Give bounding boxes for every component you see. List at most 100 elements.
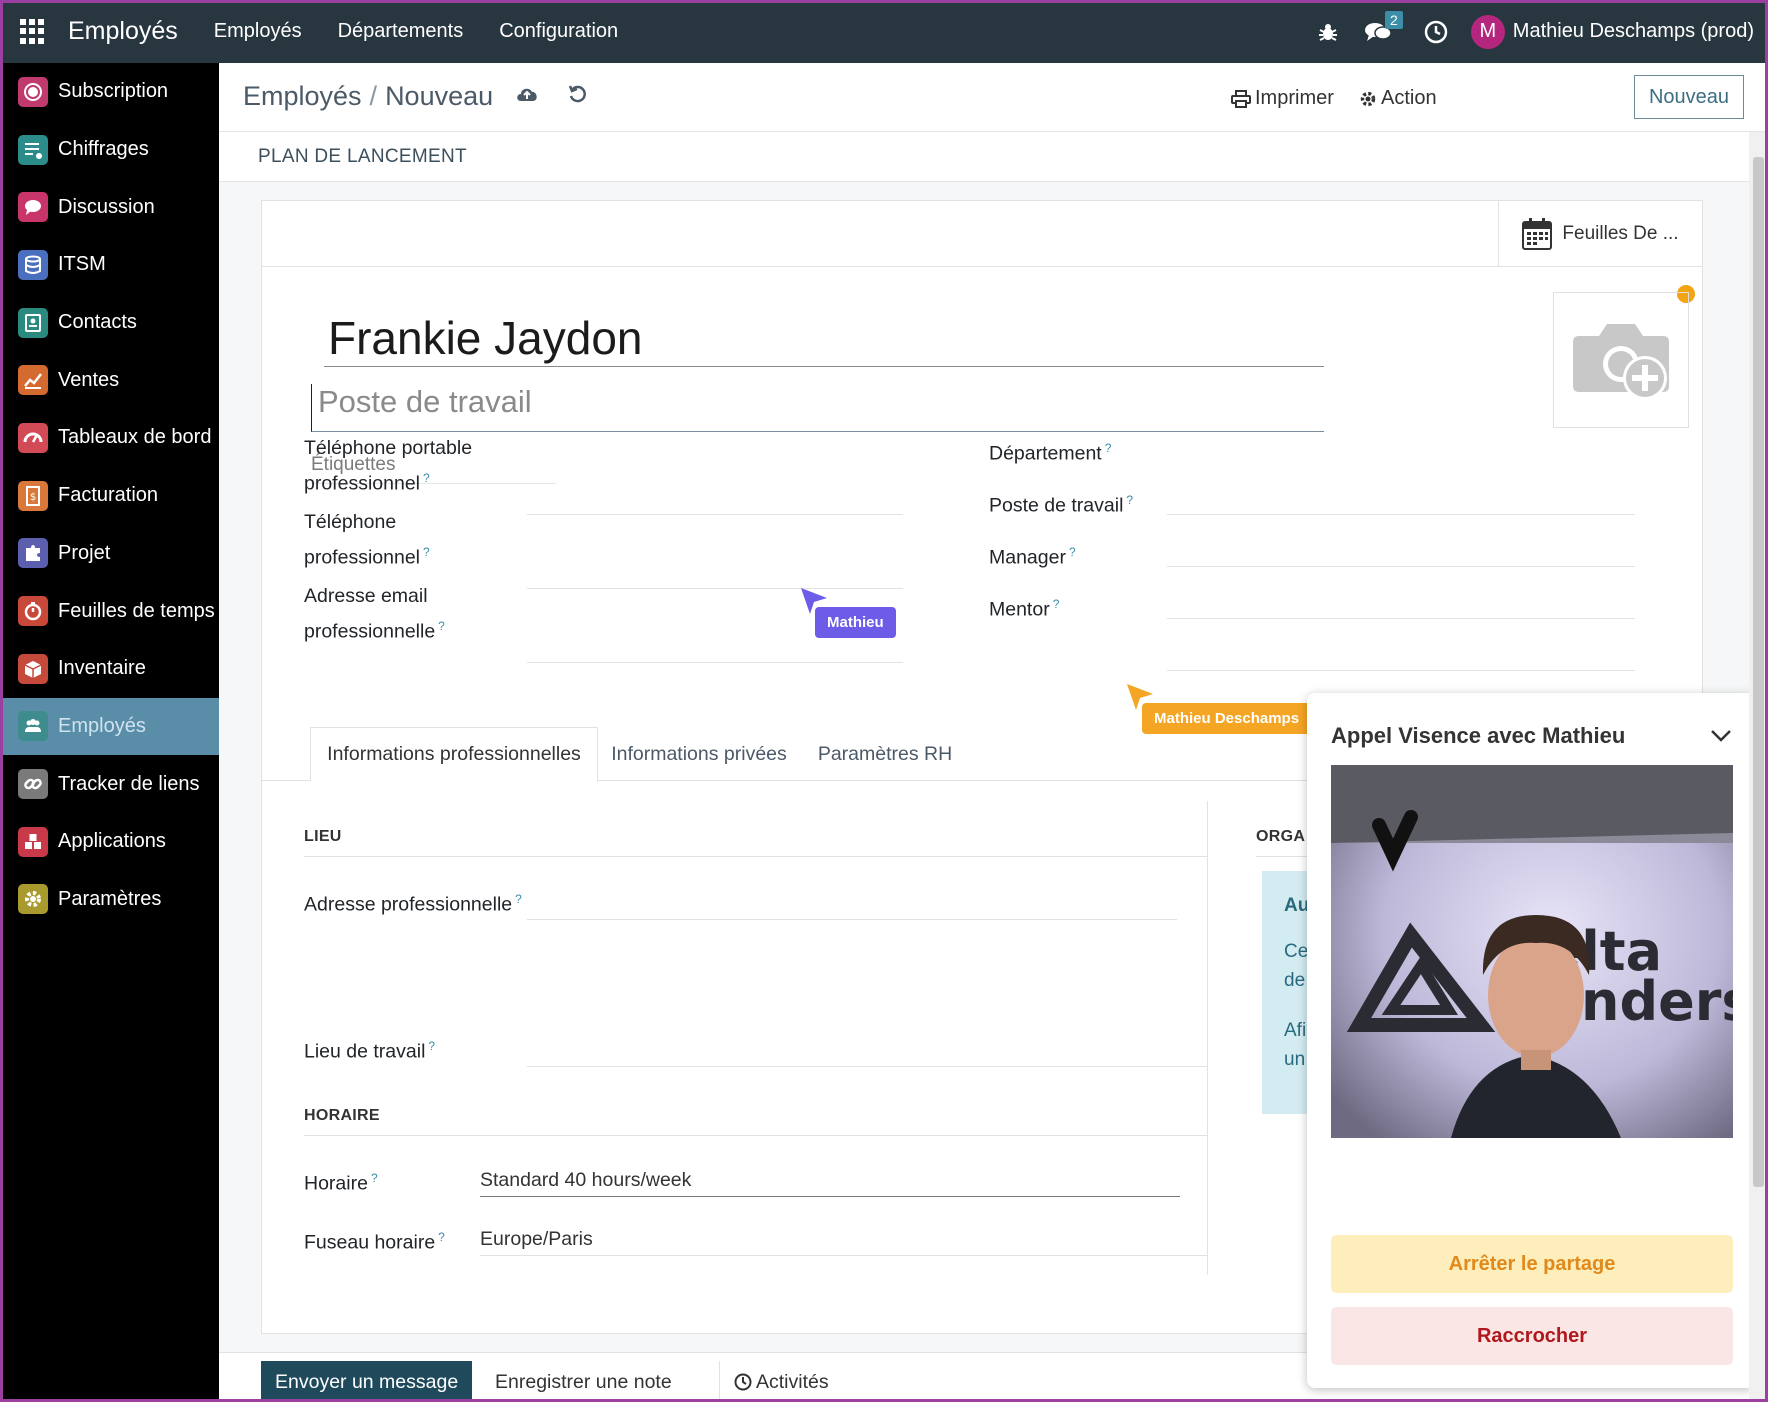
sidebar-item-link[interactable]: Tracker de liens [0,755,219,813]
sidebar-item-sales-chart[interactable]: Ventes [0,351,219,409]
employee-photo[interactable] [1553,292,1689,428]
help-icon[interactable]: ? [1053,597,1060,611]
work-email-input[interactable] [527,662,903,663]
box-icon [18,653,48,684]
job-position-input[interactable] [1167,566,1635,567]
print-button[interactable]: Imprimer [1231,87,1334,110]
chevron-down-icon[interactable] [1709,723,1733,747]
sidebar-item-chat[interactable]: Discussion [0,178,219,236]
calendar-icon [1522,218,1553,250]
activities-button[interactable]: Activités [719,1361,843,1402]
action-label: Action [1381,87,1437,109]
send-message-button[interactable]: Envoyer un message [261,1361,473,1402]
help-icon[interactable]: ? [1105,441,1112,455]
sidebar-item-label: Feuilles de temps [58,599,215,622]
help-icon[interactable]: ? [423,545,430,559]
help-icon[interactable]: ? [438,1230,445,1244]
app-grid-icon[interactable] [20,18,46,45]
action-button[interactable]: Action [1359,87,1437,110]
sidebar-item-puzzle[interactable]: Projet [0,525,219,583]
sidebar-item-label: Employés [58,714,146,737]
sidebar-item-invoice[interactable]: $ Facturation [0,467,219,525]
bug-icon[interactable] [1313,17,1343,47]
sidebar-item-label: Tableaux de bord [58,426,212,449]
job-position-label: Poste de travail? [989,493,1134,517]
section-location-separator [304,856,1207,857]
page-scrollbar[interactable] [1749,132,1768,1402]
database-icon [18,249,48,280]
sidebar-item-box[interactable]: Inventaire [0,640,219,698]
timesheets-smart-button[interactable]: Feuilles De ... [1498,201,1702,267]
timezone-input[interactable] [480,1255,1207,1256]
scrollbar-thumb[interactable] [1753,157,1764,1187]
sidebar-item-contact-card[interactable]: Contacts [0,294,219,352]
mentor-input[interactable] [1167,670,1635,671]
cloud-upload-icon[interactable] [515,83,539,110]
call-panel: Appel Visence avec Mathieu delta nders A… [1307,693,1755,1388]
chat-icon [18,192,48,223]
help-icon[interactable]: ? [371,1171,378,1185]
sidebar-item-people[interactable]: Employés [0,697,219,756]
mobile-phone-input[interactable] [527,514,903,515]
tab-hr-settings[interactable]: Paramètres RH [810,727,960,782]
sidebar-item-label: Discussion [58,195,155,218]
sidebar-item-label: Paramètres [58,887,162,910]
sidebar-item-stopwatch[interactable]: Feuilles de temps [0,582,219,640]
camera-plus-icon [1573,324,1669,400]
work-location-input[interactable] [527,1066,1207,1067]
print-label: Imprimer [1255,87,1334,109]
tab-private-information[interactable]: Informations privées [604,727,794,782]
work-address-label: Adresse professionnelle? [304,892,522,916]
help-icon[interactable]: ? [1069,545,1076,559]
sidebar-item-label: ITSM [58,253,106,276]
sidebar-item-label: Projet [58,541,111,564]
gear-icon [1360,91,1376,106]
schedule-input[interactable] [480,1196,1180,1197]
menu-employees[interactable]: Employés [214,20,302,43]
timezone-value[interactable]: Europe/Paris [480,1228,593,1251]
user-avatar[interactable]: M [1470,14,1505,49]
smart-button-box: Feuilles De ... [262,201,1702,267]
breadcrumb-parent[interactable]: Employés [243,81,362,111]
chat-bubbles-icon[interactable]: 2 [1363,10,1403,47]
hang-up-button[interactable]: Raccrocher [1331,1307,1733,1365]
schedule-value[interactable]: Standard 40 hours/week [480,1169,691,1192]
new-button[interactable]: Nouveau [1634,75,1744,119]
sidebar-item-dashboard-gauge[interactable]: Tableaux de bord [0,409,219,467]
menu-departments[interactable]: Départements [338,20,464,43]
help-icon[interactable]: ? [438,619,445,633]
sidebar-item-label: Chiffrages [58,138,149,161]
puzzle-icon [18,538,48,569]
help-icon[interactable]: ? [515,892,522,906]
menu-configuration[interactable]: Configuration [499,20,618,43]
log-note-button[interactable]: Enregistrer une note [481,1361,686,1402]
sidebar-item-subscription[interactable]: Subscription [0,63,219,121]
app-name[interactable]: Employés [68,17,178,46]
work-address-input[interactable] [527,919,1177,920]
help-icon[interactable]: ? [1126,493,1133,507]
sidebar-item-label: Applications [58,830,166,853]
user-name[interactable]: Mathieu Deschamps (prod) [1513,20,1754,43]
launch-plan-button[interactable]: PLAN DE LANCEMENT [258,146,467,168]
chat-badge: 2 [1384,10,1403,29]
section-schedule-separator [304,1135,1207,1136]
stop-sharing-button[interactable]: Arrêter le partage [1331,1235,1733,1293]
employee-name-input[interactable]: Frankie Jaydon [324,311,1324,367]
work-phone-label: Téléphone professionnel? [304,511,430,569]
job-title-input[interactable]: Poste de travail [311,384,1324,432]
help-icon[interactable]: ? [428,1039,435,1053]
manager-input[interactable] [1167,618,1635,619]
contact-card-icon [18,307,48,338]
discard-undo-icon[interactable] [567,83,589,110]
sidebar-item-gear[interactable]: Paramètres [0,871,219,929]
sidebar-item-cubes[interactable]: Applications [0,813,219,871]
video-stream[interactable]: delta nders [1331,765,1733,1138]
help-icon[interactable]: ? [423,471,430,485]
tab-work-information[interactable]: Informations professionnelles [310,727,598,782]
work-phone-input[interactable] [527,588,903,589]
sidebar-item-database[interactable]: ITSM [0,236,219,294]
sidebar-item-quotation[interactable]: Chiffrages [0,121,219,179]
department-input[interactable] [1167,514,1635,515]
mentor-label: Mentor? [989,597,1060,621]
clock-icon[interactable] [1421,17,1451,47]
